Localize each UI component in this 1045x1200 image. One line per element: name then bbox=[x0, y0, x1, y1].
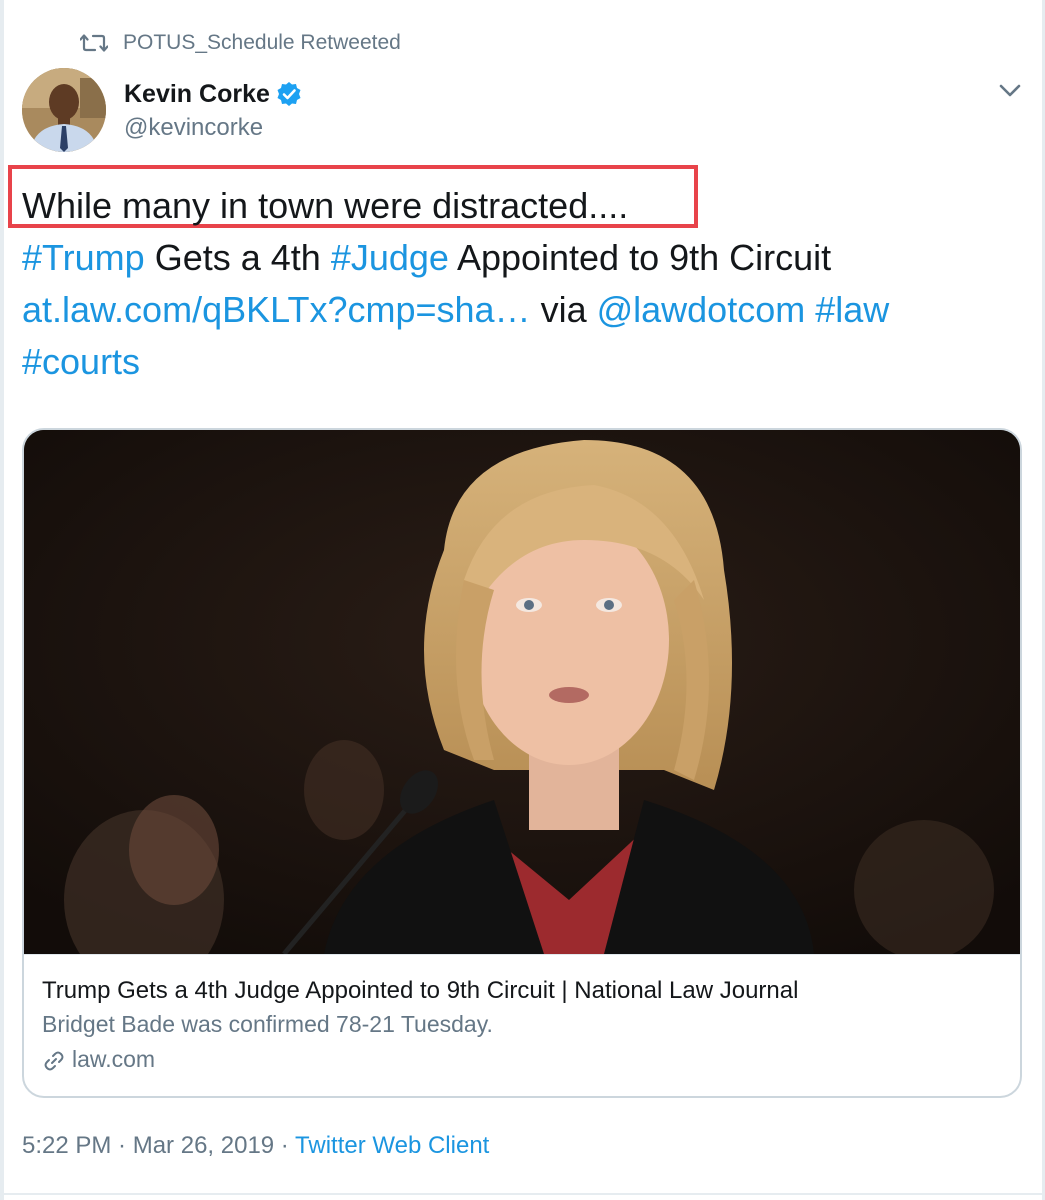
tweet-text-appointed: Appointed to 9th Circuit bbox=[448, 237, 832, 278]
tweet-space bbox=[805, 289, 815, 330]
card-meta[interactable]: Trump Gets a 4th Judge Appointed to 9th … bbox=[24, 954, 1020, 1096]
retweet-icon bbox=[79, 31, 109, 55]
tweet-line-3: at.law.com/qBKLTx?cmp=sha… via @lawdotco… bbox=[22, 284, 1012, 336]
hashtag-judge[interactable]: #Judge bbox=[331, 237, 449, 278]
hashtag-trump[interactable]: #Trump bbox=[22, 237, 145, 278]
card-description: Bridget Bade was confirmed 78-21 Tuesday… bbox=[42, 1011, 493, 1037]
chevron-down-icon[interactable] bbox=[996, 80, 1024, 102]
tweet-source[interactable]: Twitter Web Client bbox=[295, 1132, 489, 1159]
link-card[interactable]: Trump Gets a 4th Judge Appointed to 9th … bbox=[22, 428, 1022, 1098]
card-domain-text: law.com bbox=[72, 1046, 156, 1072]
author-name[interactable]: Kevin Corke bbox=[124, 80, 270, 109]
verified-badge-icon bbox=[276, 81, 302, 107]
retweet-label: POTUS_Schedule Retweeted bbox=[123, 31, 401, 54]
link-icon bbox=[42, 1047, 66, 1071]
author-block[interactable]: Kevin Corke @kevincorke bbox=[124, 78, 302, 142]
card-title: Trump Gets a 4th Judge Appointed to 9th … bbox=[42, 977, 799, 1004]
hashtag-courts[interactable]: #courts bbox=[22, 341, 140, 382]
tweet-text-via: via bbox=[530, 289, 597, 330]
avatar[interactable] bbox=[22, 68, 106, 152]
tweet-text: While many in town were distracted.... #… bbox=[22, 180, 1012, 388]
tweet-text-gets: Gets a 4th bbox=[144, 237, 331, 278]
tweet-line-1: While many in town were distracted.... bbox=[22, 185, 629, 226]
hashtag-law[interactable]: #law bbox=[815, 289, 889, 330]
tweet-time[interactable]: 5:22 PM bbox=[22, 1132, 111, 1159]
card-domain: law.com bbox=[42, 1041, 1002, 1077]
card-image[interactable] bbox=[24, 430, 1020, 954]
retweet-context[interactable]: POTUS_Schedule Retweeted bbox=[79, 28, 401, 58]
bottom-divider bbox=[4, 1193, 1042, 1195]
author-handle[interactable]: @kevincorke bbox=[124, 114, 302, 142]
tweet-url[interactable]: at.law.com/qBKLTx?cmp=sha… bbox=[22, 289, 531, 330]
separator: · bbox=[274, 1132, 296, 1159]
tweet-timestamp: 5:22 PM · Mar 26, 2019 · Twitter Web Cli… bbox=[22, 1132, 489, 1160]
separator: · bbox=[111, 1132, 133, 1159]
tweet-line-4: #courts bbox=[22, 336, 1012, 388]
left-border bbox=[0, 0, 4, 1200]
tweet-date[interactable]: Mar 26, 2019 bbox=[133, 1132, 274, 1159]
tweet-line-2: #Trump Gets a 4th #Judge Appointed to 9t… bbox=[22, 232, 1012, 284]
mention-lawdotcom[interactable]: @lawdotcom bbox=[597, 289, 806, 330]
